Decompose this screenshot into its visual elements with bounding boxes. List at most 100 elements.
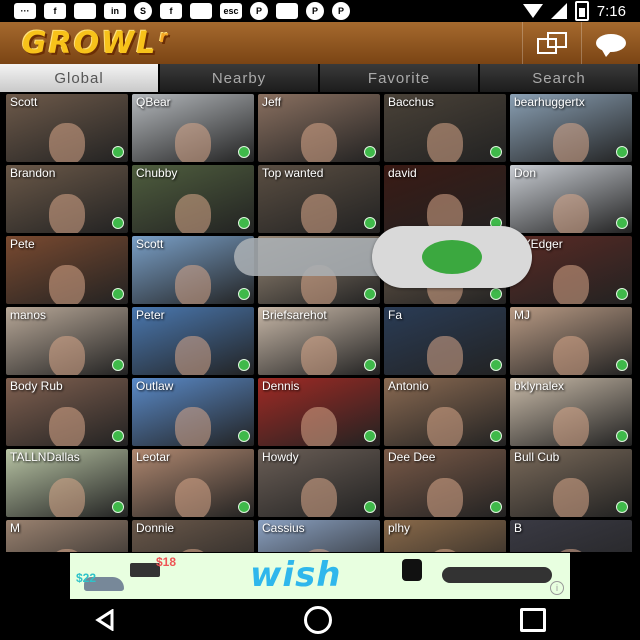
growl-wolf-icon [276,3,298,19]
profile-tile[interactable]: Dennis [258,378,380,446]
system-nav-bar [0,599,640,640]
chat-button[interactable] [581,22,640,64]
profile-tile[interactable]: Scott [6,94,128,162]
online-status-icon [112,217,124,229]
battery-icon [574,1,589,21]
profile-name: Dee Dee [388,450,436,464]
back-icon[interactable] [94,608,116,631]
profile-photo [301,548,337,552]
online-status-icon [490,430,502,442]
profile-name: Brandon [10,166,56,180]
profile-tile[interactable]: QBear [132,94,254,162]
profile-photo [49,122,85,162]
online-status-icon [112,501,124,513]
profile-name: Leotar [136,450,171,464]
profile-photo [427,477,463,517]
profile-tile[interactable]: Body Rub [6,378,128,446]
online-status-icon [616,501,628,513]
profile-tile[interactable]: M [6,520,128,552]
profile-tile[interactable]: Don [510,165,632,233]
wish-logo: wish [250,555,342,595]
profile-name: Briefsarehot [262,308,327,322]
profile-photo [49,193,85,233]
profile-photo [301,477,337,517]
online-status-icon [490,288,502,300]
online-status-icon [616,359,628,371]
chat-bubble-icon [596,34,626,57]
tab-favorite[interactable]: Favorite [320,64,480,92]
profile-photo [427,335,463,375]
ad-banner[interactable]: $22 $18 wish i [70,553,570,599]
profile-tile[interactable]: Dee Dee [384,449,506,517]
profile-tile[interactable]: bklynalex [510,378,632,446]
profile-tile[interactable]: B [510,520,632,552]
profile-grid: Scott QBear Jeff Bacchus bearhuggertx Brandon… [6,94,634,552]
profile-tile[interactable]: MJ [510,307,632,375]
profile-photo [301,122,337,162]
online-status-icon [238,359,250,371]
profile-name: Fa [388,308,403,322]
profile-tile[interactable]: Bacchus [384,94,506,162]
profile-tile[interactable]: Bull Cub [510,449,632,517]
profile-tile[interactable]: Cassius [258,520,380,552]
switch-view-button[interactable] [522,22,581,64]
profile-name: MJ [514,308,530,322]
profile-photo [553,477,589,517]
profile-tile[interactable]: Fa [384,307,506,375]
profile-photo [301,335,337,375]
profile-tile[interactable]: Brandon [6,165,128,233]
profile-tile[interactable]: Chubby [132,165,254,233]
online-status-icon [238,217,250,229]
tab-nearby[interactable]: Nearby [160,64,320,92]
profile-name: Cassius [262,521,305,535]
profile-tile[interactable]: manos [6,307,128,375]
profile-name: Scott [10,95,38,109]
profile-photo [553,193,589,233]
profile-name: manos [10,308,47,322]
profile-tile[interactable]: Antonio [384,378,506,446]
profile-tile[interactable]: Donnie [132,520,254,552]
online-status-icon [616,288,628,300]
recents-icon[interactable] [520,607,546,632]
ad-info-icon[interactable]: i [550,581,564,595]
profile-name: Bacchus [388,95,435,109]
toggle-switch[interactable] [372,226,532,288]
profile-tile[interactable]: Outlaw [132,378,254,446]
tab-global[interactable]: Global [0,64,160,92]
online-status-icon [364,146,376,158]
profile-photo [553,548,589,552]
profile-tile[interactable]: david [384,165,506,233]
profile-tile[interactable]: Briefsarehot [258,307,380,375]
profile-name: QBear [136,95,171,109]
home-icon[interactable] [304,605,332,634]
ad-area: $22 $18 wish i [0,553,640,599]
growl-wolf-icon [190,3,212,19]
tab-search[interactable]: Search [480,64,640,92]
profile-tile[interactable]: Scott [132,236,254,304]
profile-photo [427,122,463,162]
online-status-icon [364,217,376,229]
profile-name: Bull Cub [514,450,560,464]
online-status-icon [238,288,250,300]
profile-tile[interactable]: Leotar [132,449,254,517]
profile-photo [175,477,211,517]
profile-tile[interactable]: TALLNDallas [6,449,128,517]
profile-tile[interactable]: Top wanted [258,165,380,233]
online-status-icon [364,501,376,513]
profile-name: Body Rub [10,379,63,393]
profile-name: Don [514,166,537,180]
profile-tile[interactable]: plhy [384,520,506,552]
messages-icon: ··· [14,3,36,19]
online-status-icon [616,146,628,158]
profile-tile[interactable]: Jeff [258,94,380,162]
profile-tile[interactable]: Pete [6,236,128,304]
profile-name: Jeff [262,95,282,109]
profile-tile[interactable]: bearhuggertx [510,94,632,162]
profile-photo [175,406,211,446]
profile-photo [427,406,463,446]
profile-photo [175,548,211,552]
profile-name: Peter [136,308,165,322]
profile-tile[interactable]: Peter [132,307,254,375]
profile-tile[interactable]: Howdy [258,449,380,517]
clock: 7:16 [596,2,626,20]
